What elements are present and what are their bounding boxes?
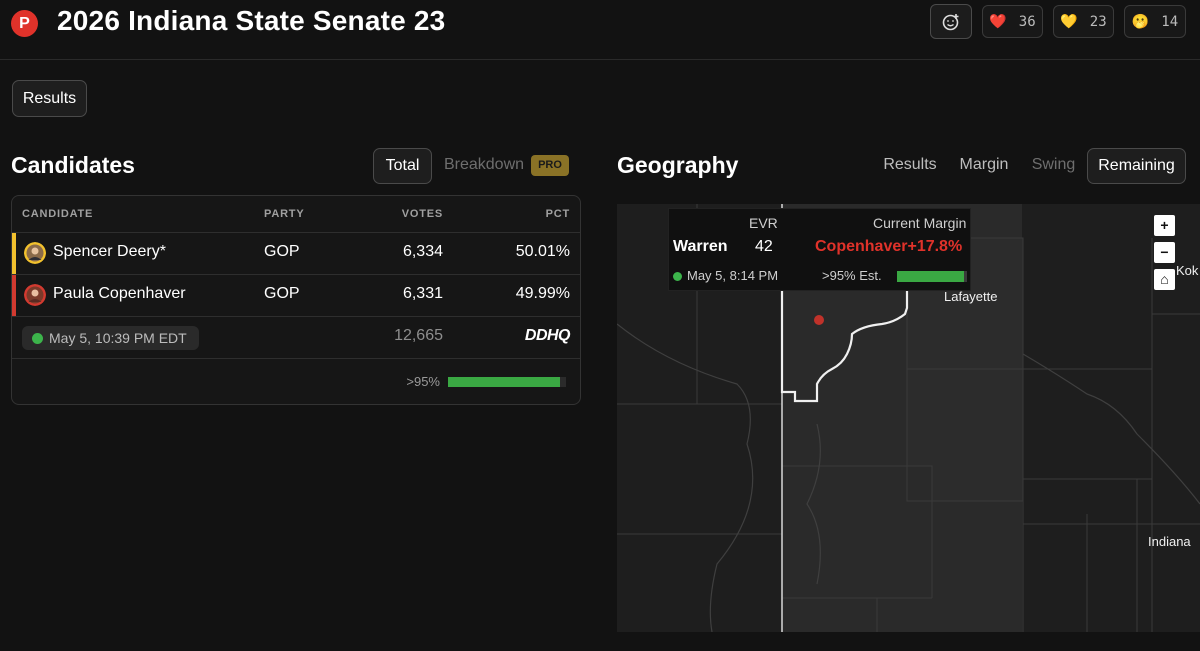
reaction-yellow-heart-button[interactable]: 💛 23 [1053, 5, 1114, 38]
reaction-shocked-face-button[interactable]: 🫢 14 [1124, 5, 1186, 38]
last-updated-badge: May 5, 10:39 PM EDT [22, 326, 199, 350]
county-tooltip: EVR Current Margin Warren 42 Copenhaver+… [668, 208, 971, 291]
tab-total[interactable]: Total [373, 148, 432, 184]
map-label-lafayette: Lafayette [944, 289, 998, 304]
page-header: P 2026 Indiana State Senate 23 ❤️ 36 💛 2… [0, 0, 1200, 60]
map-label-indianapolis: Indiana [1148, 534, 1191, 549]
summary-row: May 5, 10:39 PM EDT 12,665 DDHQ [12, 316, 580, 358]
zoom-in-button[interactable]: + [1154, 215, 1175, 236]
tab-margin[interactable]: Margin [951, 148, 1017, 184]
tab-breakdown[interactable]: Breakdown [441, 148, 527, 184]
ddhq-logo: DDHQ [524, 327, 571, 344]
candidate-votes: 6,331 [402, 285, 443, 302]
candidate-color-bar [12, 275, 16, 316]
tooltip-margin: Copenhaver+17.8% [815, 238, 963, 255]
reporting-progress-bar [448, 377, 566, 387]
add-reaction-button[interactable] [930, 4, 972, 39]
tooltip-estimate: >95% Est. [822, 268, 882, 283]
shocked-face-icon: 🫢 [1131, 13, 1150, 30]
column-header-votes: VOTES [401, 208, 443, 220]
tab-results[interactable]: Results [876, 148, 944, 184]
zoom-out-button[interactable]: − [1154, 242, 1175, 263]
reporting-row: >95% [12, 358, 580, 404]
candidates-title: Candidates [11, 152, 135, 178]
status-dot-icon [32, 332, 43, 344]
tooltip-county: Warren [673, 238, 728, 255]
results-tab[interactable]: Results [12, 80, 87, 117]
yellow-heart-icon: 💛 [1060, 13, 1078, 30]
candidate-party: GOP [264, 285, 300, 302]
last-updated-text: May 5, 10:39 PM EDT [49, 330, 187, 346]
tooltip-header-evr: EVR [749, 215, 778, 231]
logo[interactable]: P [11, 10, 38, 37]
candidate-name: Paula Copenhaver [53, 285, 186, 302]
candidate-pct: 50.01% [515, 243, 570, 260]
table-row[interactable]: Spencer Deery* GOP 6,334 50.01% [12, 232, 580, 274]
reaction-red-heart-button[interactable]: ❤️ 36 [982, 5, 1043, 38]
candidate-pct: 49.99% [515, 285, 570, 302]
total-votes: 12,665 [394, 327, 443, 344]
reaction-count: 14 [1161, 13, 1179, 30]
candidate-name: Spencer Deery* [53, 243, 166, 260]
home-icon[interactable]: ⌂ [1154, 269, 1175, 290]
tab-remaining[interactable]: Remaining [1087, 148, 1186, 184]
page-title: 2026 Indiana State Senate 23 [57, 5, 446, 36]
column-header-party: PARTY [264, 208, 305, 220]
tooltip-time: May 5, 8:14 PM [687, 268, 779, 283]
table-row[interactable]: Paula Copenhaver GOP 6,331 49.99% [12, 274, 580, 316]
column-header-candidate: CANDIDATE [22, 208, 94, 220]
tooltip-progress-bar [897, 271, 967, 282]
tab-swing[interactable]: Swing [1024, 148, 1083, 184]
tooltip-header-margin: Current Margin [873, 215, 967, 231]
candidate-party: GOP [264, 243, 300, 260]
column-header-pct: PCT [545, 208, 570, 220]
candidates-table: CANDIDATE PARTY VOTES PCT Spencer Deery*… [11, 195, 581, 405]
reaction-count: 23 [1089, 13, 1107, 30]
status-dot-icon [673, 272, 682, 281]
tooltip-evr: 42 [755, 238, 773, 255]
reaction-count: 36 [1018, 13, 1036, 30]
candidate-color-bar [12, 233, 16, 274]
map-label-kokomo: Kok [1176, 263, 1199, 278]
geography-title: Geography [617, 152, 739, 178]
red-heart-icon: ❤️ [989, 13, 1007, 30]
pro-badge: PRO [531, 155, 569, 176]
candidate-votes: 6,334 [402, 243, 443, 260]
avatar [24, 242, 46, 264]
tooltip-progress-fill [897, 271, 964, 282]
reporting-label: >95% [406, 374, 440, 389]
smiley-plus-icon [942, 13, 959, 30]
reporting-progress-fill [448, 377, 561, 387]
avatar [24, 284, 46, 306]
